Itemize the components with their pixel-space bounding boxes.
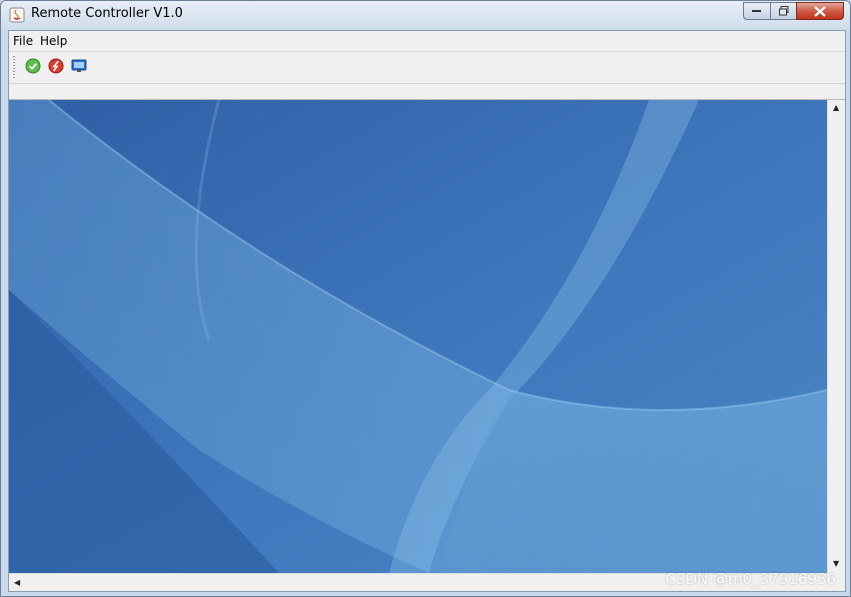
start-button[interactable] <box>24 57 42 75</box>
vertical-scrollbar[interactable]: ▲ ▼ <box>827 100 845 573</box>
menu-help[interactable]: Help <box>40 34 67 48</box>
minimize-button[interactable] <box>743 2 770 20</box>
scroll-down-icon[interactable]: ▼ <box>833 560 839 568</box>
desktop-wallpaper <box>9 100 827 573</box>
restore-icon <box>778 6 788 16</box>
close-icon <box>814 5 826 17</box>
stop-button[interactable] <box>47 57 65 75</box>
close-button[interactable] <box>796 2 844 20</box>
app-window: Remote Controller V1.0 File Help ▲ ▼ ◀ C… <box>0 0 851 597</box>
remote-screen-view[interactable] <box>9 100 827 573</box>
status-strip <box>9 84 845 100</box>
toolbar-grip[interactable] <box>13 56 15 78</box>
start-icon <box>25 58 41 74</box>
title-bar[interactable]: Remote Controller V1.0 <box>1 1 850 30</box>
menu-file[interactable]: File <box>13 34 33 48</box>
toolbar <box>9 52 845 84</box>
monitor-icon <box>71 59 87 72</box>
maximize-button[interactable] <box>770 2 796 20</box>
scroll-left-icon[interactable]: ◀ <box>14 579 20 587</box>
screen-button[interactable] <box>70 57 88 75</box>
window-controls <box>743 2 844 21</box>
java-app-icon <box>9 7 25 23</box>
stop-icon <box>48 58 64 74</box>
watermark-text: CSDN @m0_37916936 <box>665 570 836 588</box>
scroll-up-icon[interactable]: ▲ <box>833 104 839 112</box>
menu-bar: File Help <box>9 31 845 52</box>
client-area: File Help ▲ ▼ ◀ <box>8 30 846 592</box>
minimize-icon <box>752 10 761 12</box>
window-title: Remote Controller V1.0 <box>31 6 183 21</box>
